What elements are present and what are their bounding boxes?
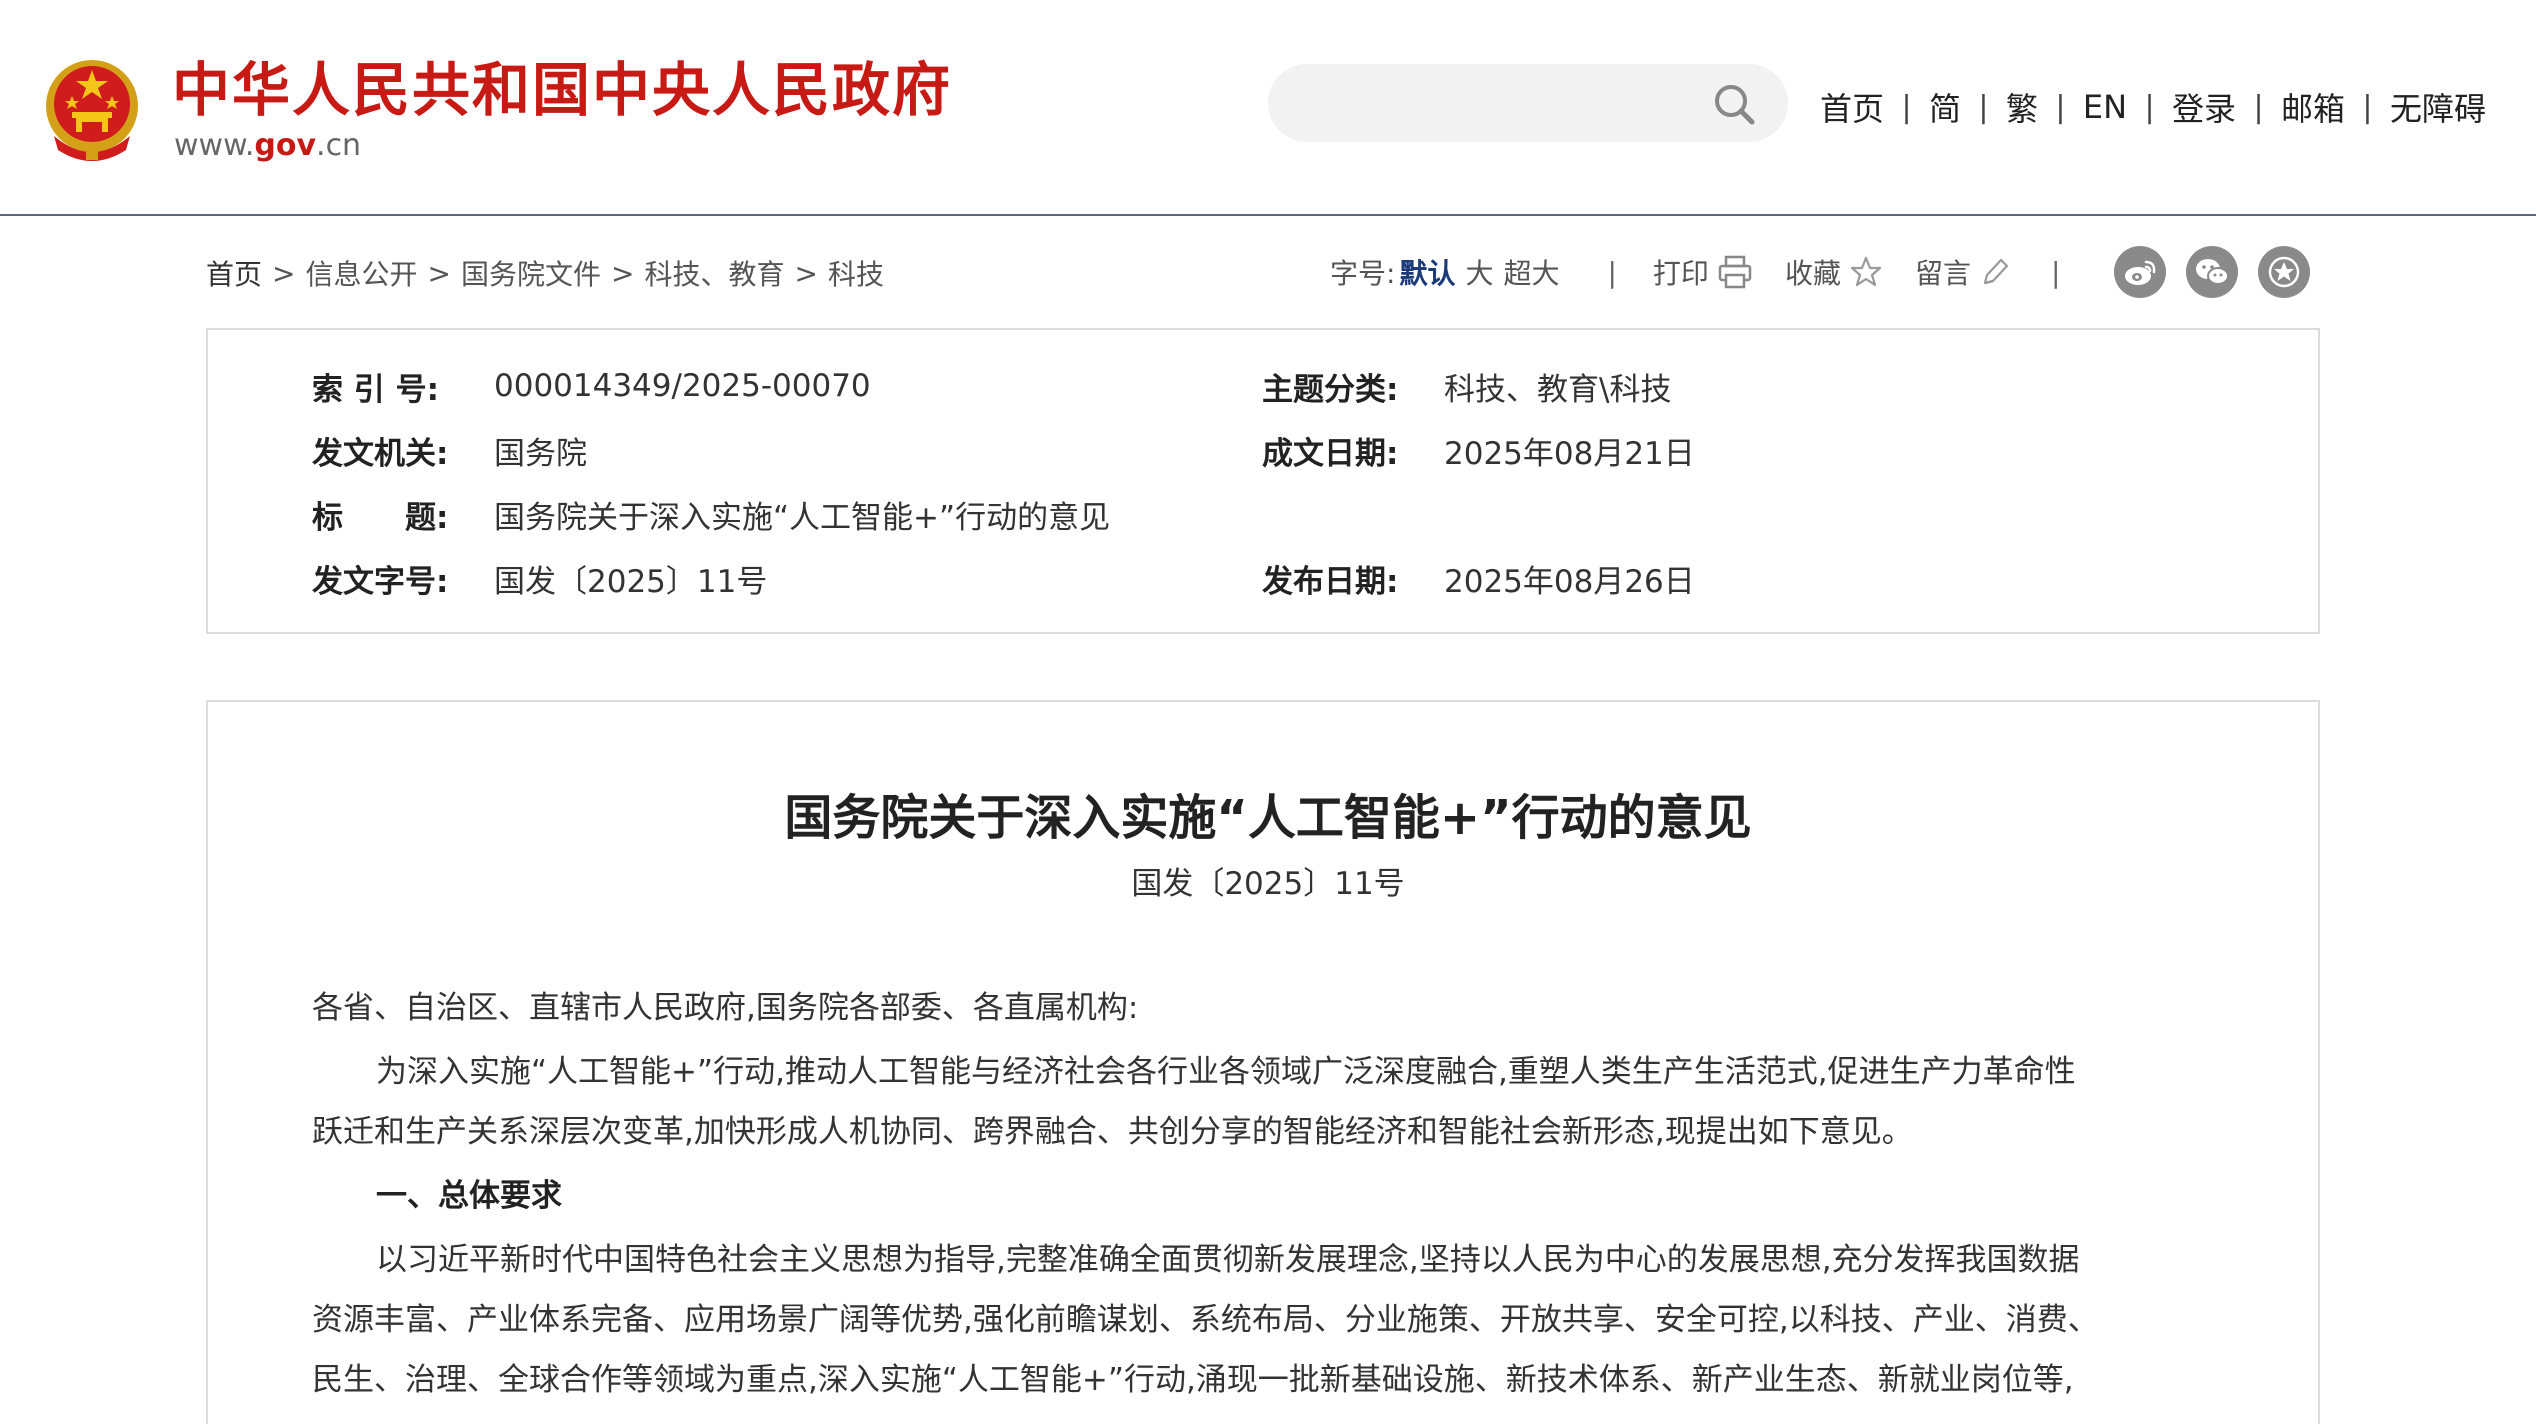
meta-index-value: 000014349/2025-00070 (494, 368, 871, 404)
meta-doc-number-value: 国发〔2025〕11号 (494, 563, 768, 600)
font-size-default[interactable]: 默认 (1399, 252, 1455, 292)
article-paragraph-line: 民生、治理、全球合作等领域为重点,深入实施“人工智能+”行动,涌现一批新基础设施… (312, 1362, 2074, 1398)
meta-title-label: 标 题: (312, 499, 449, 536)
wechat-icon[interactable] (2186, 246, 2239, 298)
meta-publish-date-label: 发布日期: (1262, 563, 1399, 600)
meta-written-date-label: 成文日期: (1262, 435, 1399, 472)
meta-title-value: 国务院关于深入实施“人工智能+”行动的意见 (494, 499, 1111, 536)
article-paragraph-line: 以习近平新时代中国特色社会主义思想为指导,完整准确全面贯彻新发展理念,坚持以人民… (376, 1242, 2080, 1278)
font-size-xlarge[interactable]: 超大 (1503, 252, 1559, 292)
share-buttons (2114, 246, 2311, 298)
article-paragraph-line: 跃迁和生产关系深层次变革,加快形成人机协同、跨界融合、共创分享的智能经济和智能社… (312, 1114, 1913, 1150)
font-size-label: 字号: (1330, 257, 1396, 290)
nav-login[interactable]: 登录 (2172, 84, 2236, 130)
nav-mail[interactable]: 邮箱 (2281, 84, 2345, 130)
comment-label: 留言 (1914, 257, 1971, 290)
nav-separator: | (1978, 89, 1989, 125)
favorite-label: 收藏 (1784, 257, 1841, 290)
national-emblem-icon[interactable] (42, 56, 142, 164)
printer-icon (1718, 255, 1752, 289)
breadcrumb-sci-edu[interactable]: 科技、教育 (644, 253, 784, 293)
meta-index: 索 引 号: 000014349/2025-00070 (312, 364, 871, 408)
pencil-icon (1983, 258, 2009, 285)
favorite-button[interactable]: 收藏 (1785, 252, 1883, 292)
nav-separator: | (1901, 89, 1912, 125)
search-icon[interactable] (1710, 80, 1758, 128)
weibo-icon[interactable] (2114, 246, 2167, 298)
article-paragraph-line: 为深入实施“人工智能+”行动,推动人工智能与经济社会各行业各领域广泛深度融合,重… (376, 1054, 2076, 1090)
nav-accessibility[interactable]: 无障碍 (2390, 84, 2486, 130)
meta-issuer-value: 国务院 (494, 435, 587, 472)
meta-publish-date-value: 2025年08月26日 (1444, 563, 1695, 600)
meta-category: 主题分类: 科技、教育\科技 (1262, 364, 1671, 408)
site-url-domain: gov (254, 128, 317, 163)
breadcrumb-info-disclosure[interactable]: 信息公开 (305, 253, 417, 293)
nav-english[interactable]: EN (2083, 88, 2127, 126)
breadcrumb-separator: > (794, 256, 818, 290)
star-badge-icon[interactable] (2258, 246, 2311, 298)
meta-category-value: 科技、教育\科技 (1444, 371, 1672, 408)
meta-index-label: 索 引 号: (312, 371, 439, 408)
site-header: 中华人民共和国中央人民政府 www.gov.cn 首页 | 简 | 繁 | EN… (0, 0, 2536, 216)
site-title[interactable]: 中华人民共和国中央人民政府 (172, 52, 952, 128)
article-section-heading: 一、总体要求 (376, 1178, 562, 1214)
meta-written-date: 成文日期: 2025年08月21日 (1262, 428, 1695, 472)
print-label: 打印 (1652, 257, 1709, 290)
meta-issuer: 发文机关: 国务院 (312, 428, 587, 472)
meta-title: 标 题: 国务院关于深入实施“人工智能+”行动的意见 (312, 492, 1110, 536)
article-salutation: 各省、自治区、直辖市人民政府,国务院各部委、各直属机构: (312, 990, 1139, 1026)
print-button[interactable]: 打印 (1653, 252, 1753, 292)
meta-publish-date: 发布日期: 2025年08月26日 (1262, 556, 1695, 600)
meta-written-date-value: 2025年08月21日 (1444, 435, 1695, 472)
nav-separator: | (2362, 89, 2373, 125)
site-url-suffix: .cn (316, 128, 362, 163)
meta-doc-number-label: 发文字号: (312, 563, 449, 600)
top-nav: 首页 | 简 | 繁 | EN | 登录 | 邮箱 | 无障碍 (1820, 82, 2486, 132)
nav-traditional[interactable]: 繁 (2006, 84, 2038, 130)
nav-home[interactable]: 首页 (1820, 84, 1884, 130)
site-url: www.gov.cn (174, 128, 361, 163)
article-title: 国务院关于深入实施“人工智能+”行动的意见 (784, 790, 1752, 846)
breadcrumb: 首页 > 信息公开 > 国务院文件 > 科技、教育 > 科技 (206, 252, 884, 294)
font-size-large[interactable]: 大 (1465, 252, 1493, 292)
search-input[interactable] (1298, 78, 1678, 128)
breadcrumb-separator: > (272, 256, 296, 290)
meta-doc-number: 发文字号: 国发〔2025〕11号 (312, 556, 767, 600)
article-paragraph-line: 资源丰富、产业体系完备、应用场景广阔等优势,强化前瞻谋划、系统布局、分业施策、开… (312, 1302, 2099, 1338)
site-url-prefix: www. (174, 128, 255, 163)
star-icon (1850, 256, 1882, 287)
tools-divider: | (2050, 255, 2061, 289)
breadcrumb-home[interactable]: 首页 (206, 253, 262, 293)
nav-simplified[interactable]: 简 (1929, 84, 1961, 130)
article-tools: 字号: 默认 大 超大 | 打印 收藏 留言 | (1330, 246, 2311, 298)
article-doc-number: 国发〔2025〕11号 (1131, 866, 1405, 902)
breadcrumb-sci[interactable]: 科技 (828, 253, 884, 293)
meta-issuer-label: 发文机关: (312, 435, 449, 472)
nav-separator: | (2253, 89, 2264, 125)
tools-divider: | (1607, 255, 1617, 289)
comment-button[interactable]: 留言 (1915, 252, 2011, 292)
nav-separator: | (2055, 89, 2066, 125)
breadcrumb-state-council-docs[interactable]: 国务院文件 (461, 253, 601, 293)
breadcrumb-separator: > (427, 256, 451, 290)
nav-separator: | (2144, 89, 2155, 125)
breadcrumb-separator: > (610, 256, 635, 290)
meta-category-label: 主题分类: (1262, 371, 1399, 408)
